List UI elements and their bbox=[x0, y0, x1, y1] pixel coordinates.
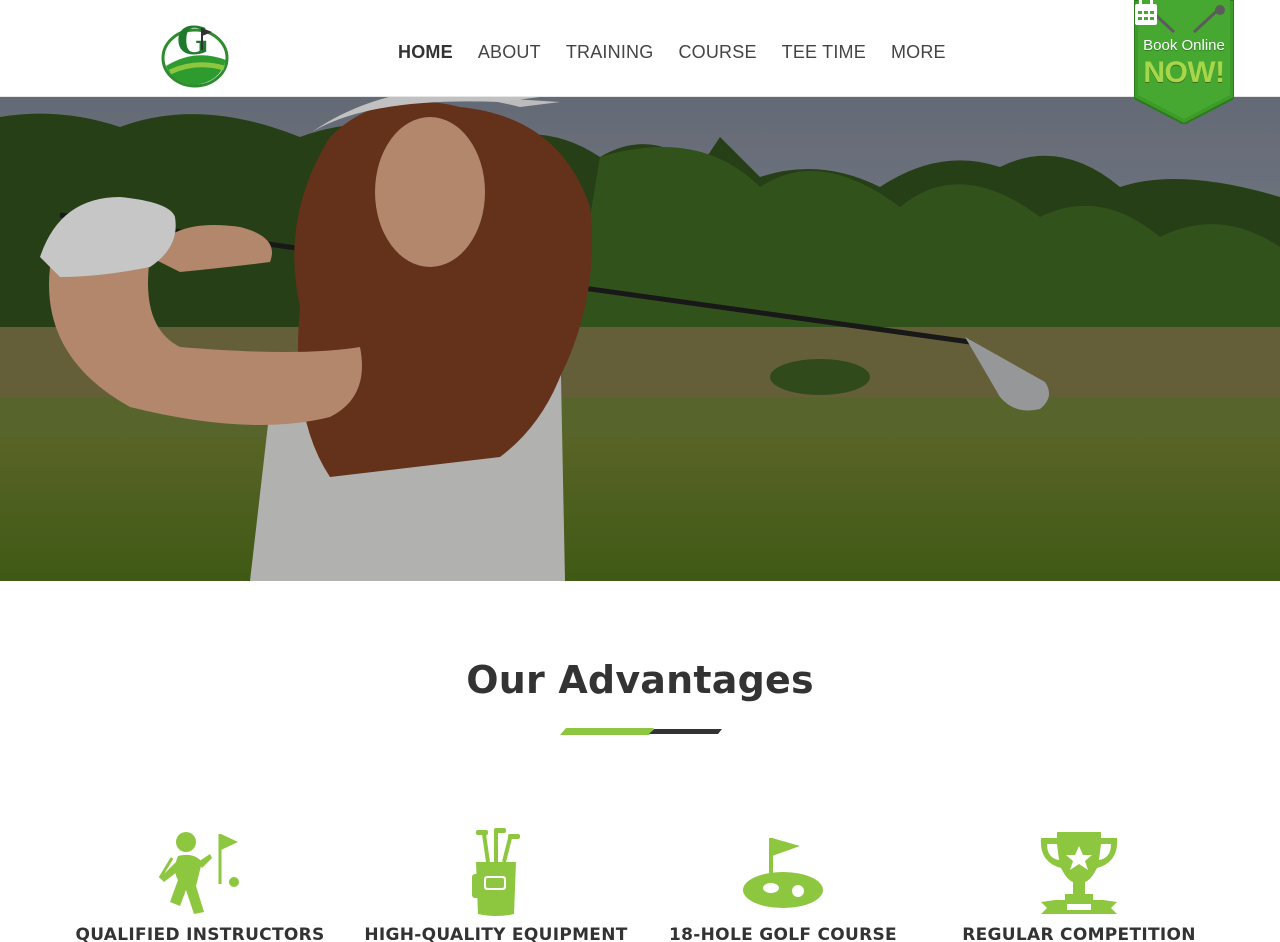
nav-home[interactable]: HOME bbox=[398, 40, 453, 64]
hero-banner bbox=[0, 97, 1280, 581]
nav-tee-time[interactable]: TEE TIME bbox=[782, 40, 866, 64]
advantage-label: HIGH-QUALITY EQUIPMENT bbox=[364, 925, 628, 942]
nav-training[interactable]: TRAINING bbox=[566, 40, 654, 64]
nav-course[interactable]: COURSE bbox=[678, 40, 756, 64]
svg-text:G: G bbox=[177, 18, 209, 63]
nav-more[interactable]: MORE bbox=[891, 40, 946, 64]
book-online-label: Book Online bbox=[1143, 37, 1225, 54]
golf-hole-icon bbox=[743, 838, 823, 908]
main-nav: HOME ABOUT TRAINING COURSE TEE TIME MORE bbox=[398, 40, 971, 64]
book-now-label: NOW! bbox=[1143, 56, 1225, 89]
book-online-button[interactable]: Book Online NOW! bbox=[1134, 0, 1234, 124]
site-header: G HOME ABOUT TRAINING COURSE TEE TIME MO… bbox=[0, 0, 1280, 97]
title-divider bbox=[560, 728, 722, 735]
hero-image bbox=[0, 97, 1280, 581]
calendar-icon bbox=[1135, 0, 1157, 25]
nav-about[interactable]: ABOUT bbox=[478, 40, 541, 64]
advantages-title: Our Advantages bbox=[466, 658, 814, 702]
golf-bag-icon bbox=[472, 828, 520, 916]
advantages-list: QUALIFIED INSTRUCTORS HIGH-QUALITY EQUIP… bbox=[0, 828, 1280, 942]
trophy-icon bbox=[1040, 832, 1118, 914]
advantage-label: 18-HOLE GOLF COURSE bbox=[669, 925, 897, 942]
site-logo[interactable]: G bbox=[160, 10, 230, 88]
golfer-icon bbox=[158, 832, 239, 914]
logo-icon: G bbox=[161, 18, 229, 88]
advantage-label: REGULAR COMPETITION bbox=[962, 925, 1196, 942]
advantage-label: QUALIFIED INSTRUCTORS bbox=[75, 925, 325, 942]
